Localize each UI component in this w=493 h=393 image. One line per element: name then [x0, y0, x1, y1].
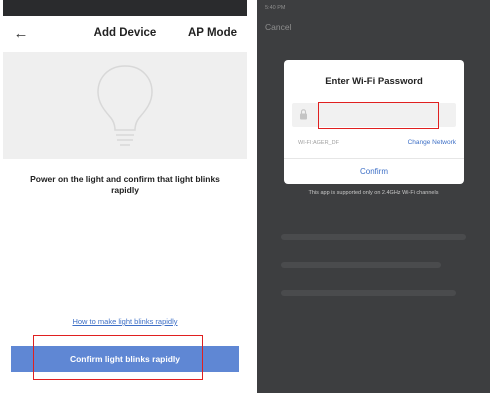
- cancel-button[interactable]: Cancel: [265, 22, 291, 32]
- wifi-password-screen: 5:40 PM Cancel Enter Wi-Fi Password WI-F…: [257, 0, 490, 393]
- status-bar: 5:40 PM: [257, 0, 490, 16]
- status-time: 5:40 PM: [265, 5, 286, 11]
- background-content: [281, 262, 441, 268]
- confirm-blinking-button[interactable]: Confirm light blinks rapidly: [11, 346, 239, 372]
- channel-support-note: This app is supported only on 2.4GHz Wi-…: [308, 190, 439, 196]
- wifi-ssid-label: WI-FI:AGER_DF: [298, 140, 339, 146]
- wifi-password-dialog: Enter Wi-Fi Password WI-FI:AGER_DF Chang…: [284, 60, 464, 184]
- instruction-text: Power on the light and confirm that ligh…: [30, 174, 220, 195]
- ap-mode-button[interactable]: AP Mode: [188, 27, 237, 39]
- status-bar: [3, 0, 247, 16]
- confirm-button[interactable]: Confirm: [284, 159, 464, 184]
- screenshot-canvas: ← Add Device AP Mode Power on the light …: [0, 0, 493, 393]
- nav-bar: ← Add Device AP Mode: [3, 16, 247, 52]
- background-content: [281, 234, 466, 240]
- illustration-panel: [3, 52, 247, 159]
- password-field-row: [292, 103, 456, 127]
- add-device-screen: ← Add Device AP Mode Power on the light …: [3, 0, 247, 393]
- lock-icon: [300, 109, 307, 120]
- wifi-password-input[interactable]: [318, 106, 446, 122]
- help-link[interactable]: How to make light blinks rapidly: [3, 317, 247, 326]
- change-network-link[interactable]: Change Network: [408, 139, 456, 146]
- background-content: [281, 290, 456, 296]
- light-bulb-icon: [97, 65, 153, 146]
- dialog-title: Enter Wi-Fi Password: [325, 76, 423, 87]
